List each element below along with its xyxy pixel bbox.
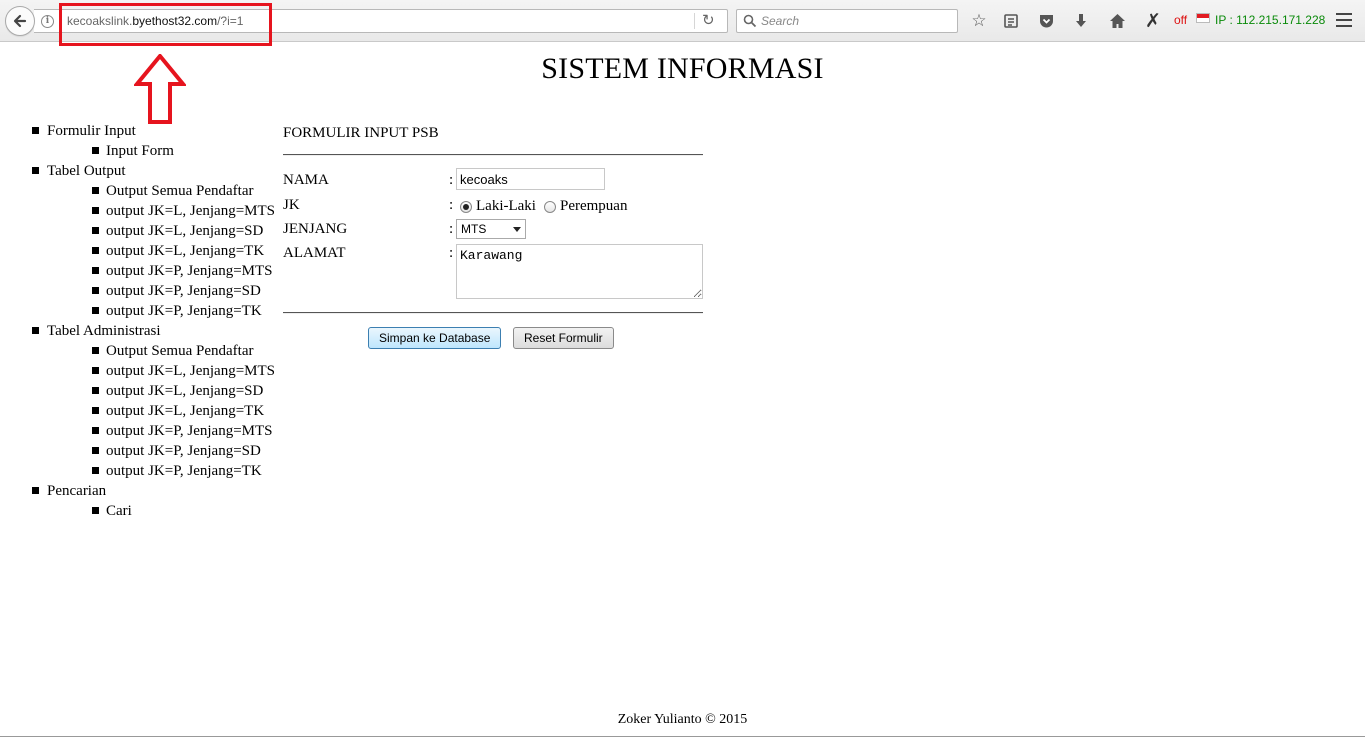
home-glyph: [1109, 14, 1125, 28]
alamat-textarea[interactable]: Karawang: [456, 244, 703, 299]
sidebar-section-label: Pencarian: [47, 483, 107, 499]
sidebar-link[interactable]: output JK=P, Jenjang=TK: [106, 463, 262, 479]
jk-radio-perempuan-label[interactable]: Perempuan: [560, 198, 627, 215]
sidebar-item-admin-l-tk[interactable]: output JK=L, Jenjang=TK: [47, 401, 275, 421]
sidebar-item-cari[interactable]: Cari: [47, 501, 275, 521]
jenjang-selected-value: MTS: [461, 222, 487, 236]
form-heading: FORMULIR INPUT PSB: [283, 125, 439, 141]
sidebar-section-label: Tabel Output: [47, 163, 126, 179]
close-x-icon[interactable]: ✗: [1142, 10, 1164, 32]
sidebar-item-output-l-tk[interactable]: output JK=L, Jenjang=TK: [47, 241, 275, 261]
sidebar-item-admin-l-mts[interactable]: output JK=L, Jenjang=MTS: [47, 361, 275, 381]
sidebar-section-tabel-output: Tabel Output Output Semua Pendaftar outp…: [28, 161, 275, 321]
sidebar-link[interactable]: output JK=L, Jenjang=SD: [106, 383, 263, 399]
sidebar-sublist: Cari: [47, 501, 275, 521]
search-bar[interactable]: [736, 9, 958, 33]
sidebar-link[interactable]: Input Form: [106, 143, 174, 159]
reading-list-glyph: [1004, 14, 1018, 28]
reset-button[interactable]: Reset Formulir: [513, 327, 614, 349]
sidebar-section-tabel-administrasi: Tabel Administrasi Output Semua Pendafta…: [28, 321, 275, 481]
download-glyph: [1076, 14, 1086, 27]
sidebar-link[interactable]: output JK=P, Jenjang=MTS: [106, 263, 273, 279]
status-off-label: off: [1174, 13, 1188, 27]
jk-colon: :: [449, 197, 454, 213]
jenjang-label: JENJANG: [283, 221, 348, 237]
sidebar-link[interactable]: output JK=L, Jenjang=MTS: [106, 363, 275, 379]
download-icon[interactable]: [1070, 10, 1092, 32]
url-separator: [694, 13, 695, 29]
sidebar-item-admin-semua[interactable]: Output Semua Pendaftar: [47, 341, 275, 361]
annotation-highlight-box: [59, 3, 272, 46]
jk-radio-group: Laki-Laki Perempuan: [460, 198, 627, 215]
jk-radio-laki[interactable]: [460, 200, 472, 213]
search-input[interactable]: [761, 12, 951, 30]
alamat-label: ALAMAT: [283, 245, 346, 261]
pocket-glyph: [1039, 15, 1053, 28]
info-icon[interactable]: i: [41, 15, 54, 28]
search-icon: [743, 14, 757, 28]
alamat-colon: :: [449, 245, 454, 261]
sidebar-item-output-p-mts[interactable]: output JK=P, Jenjang=MTS: [47, 261, 275, 281]
nama-input[interactable]: [456, 168, 605, 190]
jk-radio-perempuan[interactable]: [543, 200, 556, 213]
page-title: SISTEM INFORMASI: [541, 52, 824, 85]
psb-input-form: FORMULIR INPUT PSB NAMA : JK : Laki-Laki…: [283, 124, 703, 349]
sidebar-link[interactable]: output JK=L, Jenjang=SD: [106, 223, 263, 239]
sidebar-link[interactable]: Output Semua Pendaftar: [106, 343, 253, 359]
sidebar-sublist: Output Semua Pendaftar output JK=L, Jenj…: [47, 341, 275, 481]
ip-address-label: IP : 112.215.171.228: [1215, 13, 1326, 27]
sidebar-item-output-p-tk[interactable]: output JK=P, Jenjang=TK: [47, 301, 275, 321]
arrow-left-icon: [13, 14, 27, 28]
page-footer: Zoker Yulianto © 2015: [617, 712, 748, 727]
sidebar-link[interactable]: output JK=L, Jenjang=MTS: [106, 203, 275, 219]
jenjang-select[interactable]: MTS: [456, 219, 526, 239]
sidebar-item-input-form[interactable]: Input Form: [47, 141, 275, 161]
sidebar-link[interactable]: Cari: [106, 503, 132, 519]
sidebar-link[interactable]: output JK=L, Jenjang=TK: [106, 403, 264, 419]
sidebar-sublist: Output Semua Pendaftar output JK=L, Jenj…: [47, 181, 275, 321]
sidebar-link[interactable]: output JK=P, Jenjang=SD: [106, 443, 261, 459]
indonesia-flag-icon: [1196, 13, 1210, 23]
sidebar-link[interactable]: output JK=P, Jenjang=TK: [106, 303, 262, 319]
back-button[interactable]: [5, 6, 35, 36]
nama-label: NAMA: [283, 172, 329, 188]
form-top-divider: [283, 154, 703, 156]
sidebar-item-output-l-mts[interactable]: output JK=L, Jenjang=MTS: [47, 201, 275, 221]
reading-list-icon[interactable]: [1000, 10, 1022, 32]
chevron-down-icon: [513, 227, 521, 232]
sidebar-section-label: Tabel Administrasi: [47, 323, 161, 339]
sidebar-link[interactable]: output JK=L, Jenjang=TK: [106, 243, 264, 259]
sidebar-item-output-l-sd[interactable]: output JK=L, Jenjang=SD: [47, 221, 275, 241]
home-icon[interactable]: [1106, 10, 1128, 32]
reload-icon[interactable]: ↻: [702, 11, 715, 29]
form-bottom-divider: [283, 312, 703, 314]
bottom-border: [0, 736, 1365, 737]
sidebar-item-admin-p-mts[interactable]: output JK=P, Jenjang=MTS: [47, 421, 275, 441]
sidebar-menu: Formulir Input Input Form Tabel Output O…: [28, 121, 275, 521]
pocket-icon[interactable]: [1035, 10, 1057, 32]
jk-radio-laki-label[interactable]: Laki-Laki: [476, 198, 536, 215]
sidebar-section-label: Formulir Input: [47, 123, 136, 139]
sidebar-item-admin-l-sd[interactable]: output JK=L, Jenjang=SD: [47, 381, 275, 401]
sidebar-item-output-semua[interactable]: Output Semua Pendaftar: [47, 181, 275, 201]
sidebar-section-formulir-input: Formulir Input Input Form: [28, 121, 275, 161]
sidebar-sublist: Input Form: [47, 141, 275, 161]
sidebar-item-admin-p-sd[interactable]: output JK=P, Jenjang=SD: [47, 441, 275, 461]
jenjang-colon: :: [449, 221, 454, 237]
sidebar-link[interactable]: output JK=P, Jenjang=MTS: [106, 423, 273, 439]
sidebar-list: Formulir Input Input Form Tabel Output O…: [28, 121, 275, 521]
bookmark-star-icon[interactable]: ☆: [968, 10, 990, 32]
save-button[interactable]: Simpan ke Database: [368, 327, 502, 349]
sidebar-item-admin-p-tk[interactable]: output JK=P, Jenjang=TK: [47, 461, 275, 481]
jk-label: JK: [283, 197, 300, 213]
nama-colon: :: [449, 172, 454, 188]
sidebar-item-output-p-sd[interactable]: output JK=P, Jenjang=SD: [47, 281, 275, 301]
hamburger-menu-icon[interactable]: [1336, 13, 1352, 31]
sidebar-link[interactable]: Output Semua Pendaftar: [106, 183, 253, 199]
sidebar-section-pencarian: Pencarian Cari: [28, 481, 275, 521]
sidebar-link[interactable]: output JK=P, Jenjang=SD: [106, 283, 261, 299]
